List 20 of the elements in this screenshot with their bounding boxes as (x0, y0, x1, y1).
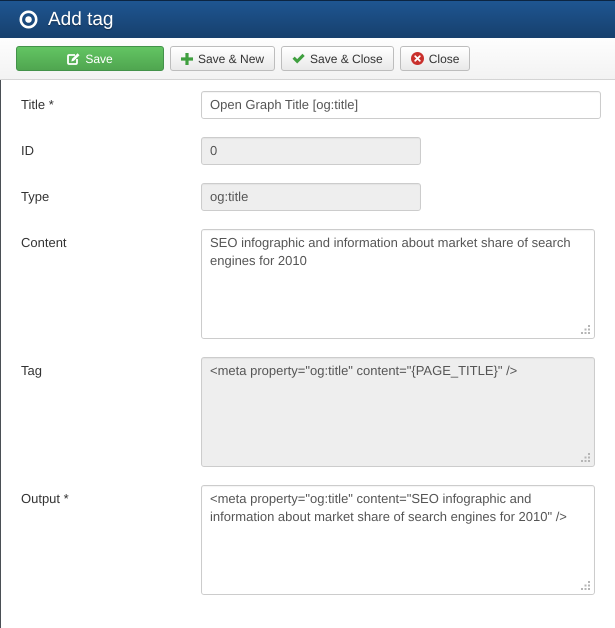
target-icon (19, 10, 38, 29)
check-icon (292, 53, 306, 64)
edit-icon (67, 52, 80, 64)
text-area[interactable]: <meta property="og:title" content="SEO infographic and information about market share of search engines for 2010" /> (201, 485, 595, 595)
field-label: Output * (21, 490, 70, 508)
text-area[interactable]: SEO infographic and information about market share of search engines for 2010 (201, 229, 595, 339)
window-title: Add tag (48, 8, 114, 32)
field-label: Tag (21, 362, 43, 380)
field-label: Title * (21, 96, 55, 114)
toolbar-button[interactable]: Save & Close (281, 46, 394, 71)
close-icon (410, 52, 424, 65)
resize-grip-icon[interactable] (581, 325, 590, 334)
input-field[interactable]: Open Graph Title [og:title] (201, 91, 601, 119)
toolbar-button[interactable]: Save & New (170, 46, 276, 71)
resize-grip-icon[interactable] (581, 581, 590, 590)
plus-icon (181, 52, 193, 64)
field-label: ID (21, 142, 35, 160)
field-label: Content (21, 234, 68, 252)
toolbar-button[interactable]: Close (400, 46, 470, 71)
field-label: Type (21, 188, 50, 206)
